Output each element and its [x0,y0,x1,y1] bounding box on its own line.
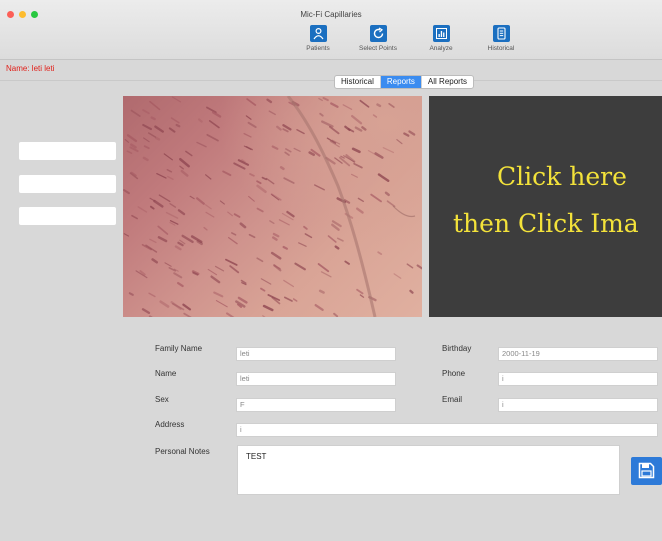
click-image-text: then Click Ima [453,209,639,238]
toolbar-patients-button[interactable]: Patients [288,25,348,52]
address-field[interactable]: i [236,423,658,437]
analyze-icon [432,25,450,42]
tab-reports[interactable]: Reports [380,76,422,88]
email-label: Email [442,395,463,404]
side-slot-2[interactable] [19,175,116,193]
tab-historical[interactable]: Historical [335,76,381,88]
toolbar-historical-label: Historical [487,45,515,52]
toolbar-historical-button[interactable]: Historical [471,25,531,52]
email-field[interactable]: i [498,398,658,412]
phone-field[interactable]: i [498,372,658,386]
patient-name-label: Name: leti leti [6,64,55,73]
birthday-field[interactable]: 2000-11-19 [498,347,658,361]
image-drop-panel[interactable]: Click here then Click Ima [429,96,662,317]
tab-all-reports[interactable]: All Reports [422,76,473,88]
toolbar-analyze-label: Analyze [429,45,453,52]
toolbar-patients-label: Patients [306,45,330,52]
family-name-field[interactable]: leti [236,347,396,361]
personal-notes-label: Personal Notes [155,447,210,456]
report-tabs: Historical Reports All Reports [334,75,475,89]
phone-label: Phone [442,369,466,378]
birthday-label: Birthday [442,344,472,353]
title-bar: Mic-Fi Capillaries Patients Select Point… [0,0,662,60]
name-label: Name [155,369,177,378]
sex-field[interactable]: F [236,398,396,412]
header-divider [0,80,662,81]
save-button[interactable] [631,457,662,485]
window-title: Mic-Fi Capillaries [300,10,362,19]
side-slot-1[interactable] [19,142,116,160]
save-icon [638,462,655,479]
address-label: Address [155,420,185,429]
side-slot-3[interactable] [19,207,116,225]
patients-icon [309,25,327,42]
toolbar-analyze-button[interactable]: Analyze [411,25,471,52]
historical-icon [492,25,510,42]
sex-label: Sex [155,395,169,404]
toolbar-select-points-button[interactable]: Select Points [348,25,408,52]
app-window: Mic-Fi Capillaries Patients Select Point… [0,0,662,541]
toolbar-select-points-label: Select Points [359,45,397,52]
personal-notes-field[interactable]: TEST [237,445,620,495]
capillary-texture [123,96,422,317]
select-points-icon [369,25,387,42]
name-field[interactable]: leti [236,372,396,386]
capillary-image[interactable] [123,96,422,317]
family-name-label: Family Name [155,344,203,353]
click-here-text: Click here [497,162,627,191]
